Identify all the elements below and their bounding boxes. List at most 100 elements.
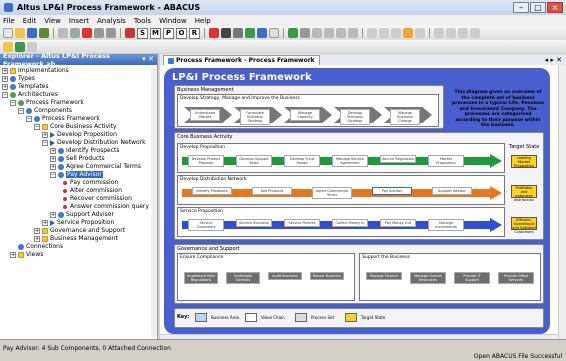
maximize-button[interactable]: □ bbox=[530, 2, 546, 13]
step-provide-office-services[interactable]: Provide Office Services bbox=[498, 272, 534, 284]
step-develop-product-proposal[interactable]: Develop Product Proposal bbox=[188, 155, 224, 167]
cut-icon[interactable] bbox=[58, 28, 68, 38]
step-secure-regulation[interactable]: Secure Regulation bbox=[380, 155, 416, 163]
tab-controls[interactable]: ◂ ▸ ✕ bbox=[545, 56, 562, 64]
target-efficient-operational[interactable]: Efficient, Operational and Satisfied Cus… bbox=[511, 217, 537, 234]
connector-icon[interactable] bbox=[233, 28, 243, 38]
step-develop-fund-range[interactable]: Develop Fund Range bbox=[284, 155, 320, 167]
tree-item-connections[interactable]: Connections bbox=[18, 243, 63, 250]
diagram-canvas[interactable]: LP&I Process Framework Business Manageme… bbox=[160, 65, 558, 335]
step-provide-it-support[interactable]: Provide IT Support bbox=[454, 272, 490, 284]
tree-item-types[interactable]: + Types bbox=[2, 75, 35, 82]
font-icon[interactable] bbox=[391, 28, 401, 38]
step-audit-business[interactable]: Audit Business bbox=[268, 272, 302, 280]
explorer-scrollbar[interactable] bbox=[151, 68, 157, 337]
step-pay-advisor[interactable]: Pay Advisor bbox=[372, 187, 412, 195]
tree-item-pay-advisor[interactable]: − Pay Advisor bbox=[50, 171, 103, 178]
fill-icon[interactable] bbox=[403, 28, 413, 38]
tree-item-architectures[interactable]: − Architectures bbox=[2, 91, 58, 98]
step-develop-support-sales[interactable]: Develop Support Sales bbox=[236, 155, 272, 167]
tree-item-alter-commission[interactable]: Alter commission bbox=[62, 187, 122, 194]
menu-insert[interactable]: Insert bbox=[69, 17, 89, 25]
box-develop-distribution-network[interactable]: Develop Distribution Network Identify Pr… bbox=[177, 175, 505, 205]
menu-edit[interactable]: Edit bbox=[23, 17, 37, 25]
tree-item-service-proposition[interactable]: + Service Proposition bbox=[42, 219, 114, 226]
tree-item-process-framework-component[interactable]: − Process Framework bbox=[26, 115, 100, 122]
step-report-business[interactable]: Report Business bbox=[310, 272, 344, 280]
box-support-the-business[interactable]: Support the Business Manage Finance Mana… bbox=[359, 253, 541, 301]
tree-item-develop-proposition[interactable]: + Develop Proposition bbox=[42, 131, 117, 138]
step-service-business[interactable]: Service Business bbox=[236, 219, 272, 227]
shape-icon[interactable] bbox=[209, 28, 219, 38]
section-core-business-activity[interactable]: Core Business Activity Target State Deve… bbox=[174, 132, 544, 240]
border-icon[interactable] bbox=[415, 28, 425, 38]
tree-item-develop-distribution-network[interactable]: − Develop Distribution Network bbox=[42, 139, 146, 146]
box-service-proposition[interactable]: Service Proposition Service Customers Se… bbox=[177, 207, 505, 237]
menu-view[interactable]: View bbox=[44, 17, 61, 25]
menu-window[interactable]: Window bbox=[159, 17, 187, 25]
distribute-icon[interactable] bbox=[324, 28, 334, 38]
tree-item-answer-commission-query[interactable]: Answer commission query bbox=[62, 203, 149, 210]
redo-icon[interactable] bbox=[106, 28, 116, 38]
canvas-vertical-scrollbar[interactable] bbox=[558, 65, 566, 339]
r-button[interactable]: R bbox=[189, 27, 200, 39]
step-agree-commercial-terms[interactable]: Agree Commercial Terms bbox=[312, 187, 352, 199]
tree-item-core-business-activity[interactable]: − Core Business Activity bbox=[34, 123, 117, 130]
run-icon[interactable] bbox=[15, 41, 25, 52]
menu-help[interactable]: Help bbox=[195, 17, 211, 25]
o-button[interactable]: O bbox=[176, 27, 187, 39]
stop-icon[interactable] bbox=[27, 41, 37, 52]
tree-item-recover-commission[interactable]: Recover commission bbox=[62, 195, 132, 202]
step-sell-products[interactable]: Sell Products bbox=[252, 187, 292, 195]
step-identify-prospects[interactable]: Identify Prospects bbox=[192, 187, 232, 195]
tree-item-identify-prospects[interactable]: + Identify Prospects bbox=[50, 147, 119, 154]
step-manage-finance[interactable]: Manage Finance bbox=[366, 272, 402, 280]
tree-item-components[interactable]: − Components bbox=[18, 107, 72, 114]
tree-item-agree-commercial-terms[interactable]: + Agree Commercial Terms bbox=[50, 163, 141, 170]
menu-tools[interactable]: Tools bbox=[134, 17, 151, 25]
step-service-policies[interactable]: Service Policies bbox=[284, 219, 320, 227]
layout-icon[interactable] bbox=[257, 28, 267, 38]
zoom-in-icon[interactable] bbox=[434, 28, 444, 38]
step-manage-human-resources[interactable]: Manage Human Resources bbox=[410, 272, 446, 284]
target-leading-market-proposition[interactable]: Leading Market Proposition bbox=[511, 155, 537, 168]
format-icon[interactable] bbox=[367, 28, 377, 38]
tree-item-business-management[interactable]: + Business Management bbox=[34, 235, 118, 242]
chart-icon[interactable] bbox=[245, 28, 255, 38]
step-manage-service-agreement[interactable]: Manage Service Agreement bbox=[332, 155, 368, 167]
s-button[interactable]: S bbox=[137, 27, 148, 39]
order-icon[interactable] bbox=[348, 28, 358, 38]
text-icon[interactable] bbox=[379, 28, 389, 38]
save-icon[interactable] bbox=[27, 28, 37, 38]
delete-icon[interactable] bbox=[82, 28, 92, 38]
tree-item-implementations[interactable]: + Implementations bbox=[2, 67, 69, 74]
step-support-advisor[interactable]: Support Advisor bbox=[432, 187, 472, 195]
step-undertake-controls[interactable]: Undertake Controls bbox=[226, 272, 260, 284]
tree-item-templates[interactable]: + Templates bbox=[2, 83, 49, 90]
play-icon[interactable] bbox=[3, 41, 13, 52]
minimize-button[interactable]: – bbox=[513, 2, 529, 13]
copy-icon[interactable] bbox=[70, 28, 80, 38]
step-collect-money-in[interactable]: Collect Money In bbox=[332, 219, 368, 227]
explorer-pin-close[interactable]: ▾ ✕ bbox=[142, 55, 154, 63]
undo-icon[interactable] bbox=[94, 28, 104, 38]
menu-file[interactable]: File bbox=[3, 17, 15, 25]
arrow-icon[interactable] bbox=[288, 28, 298, 38]
tree-item-sell-products[interactable]: + Sell Products bbox=[50, 155, 105, 162]
open-icon[interactable] bbox=[15, 28, 25, 38]
step-manage-investments[interactable]: Manage Investments bbox=[428, 219, 464, 231]
step-service-customers[interactable]: Service Customers bbox=[188, 219, 224, 231]
step-pay-money-out[interactable]: Pay Money Out bbox=[380, 219, 416, 227]
pointer-icon[interactable] bbox=[300, 28, 310, 38]
target-profitable-distribution[interactable]: Profitable and extensive distribution bbox=[511, 185, 537, 202]
zoom-fit-icon[interactable] bbox=[458, 28, 468, 38]
align-icon[interactable] bbox=[312, 28, 322, 38]
section-governance-and-support[interactable]: Governance and Support Ensure Compliance… bbox=[174, 244, 544, 304]
menu-analysis[interactable]: Analysis bbox=[97, 17, 126, 25]
new-icon[interactable] bbox=[3, 28, 13, 38]
tree-item-governance-and-support[interactable]: + Governance and Support bbox=[34, 227, 125, 234]
step-implement-new-regulations[interactable]: Implement New Regulations bbox=[184, 272, 218, 284]
tree-item-process-framework[interactable]: − Process Framework bbox=[10, 99, 84, 106]
m-button[interactable]: M bbox=[150, 27, 161, 39]
box-ensure-compliance[interactable]: Ensure Compliance Implement New Regulati… bbox=[177, 253, 355, 301]
